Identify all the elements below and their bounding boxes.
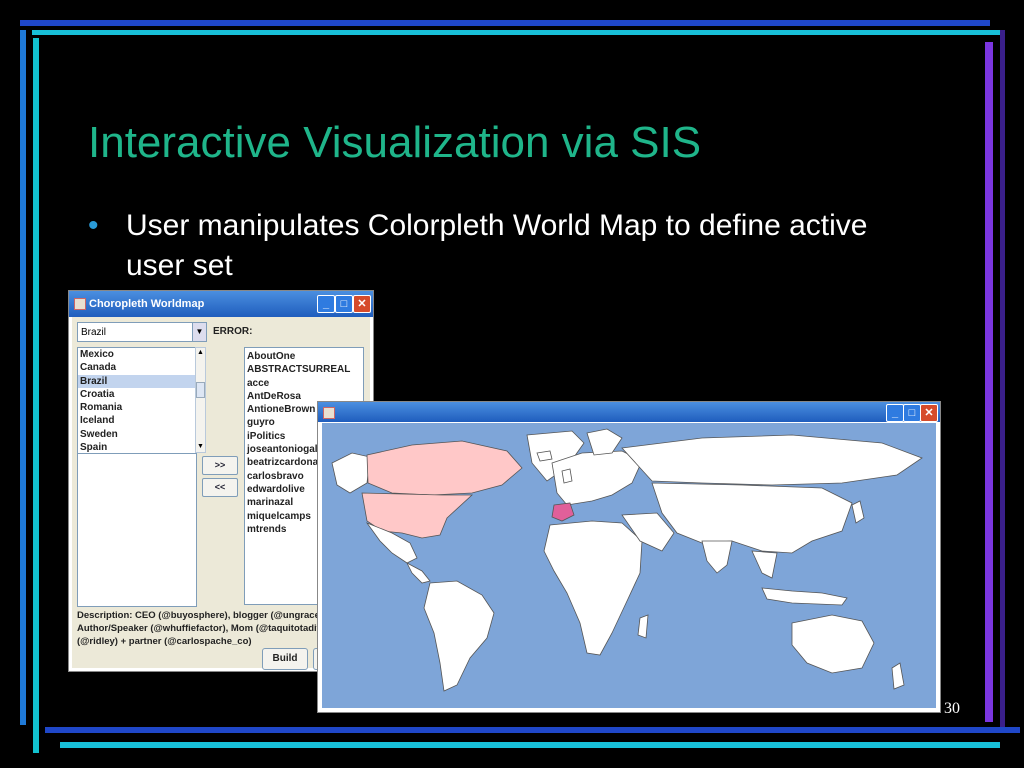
top-bar-blue [20, 20, 990, 26]
list-item[interactable]: acce [245, 377, 363, 390]
list-item[interactable]: Iceland [78, 414, 196, 427]
right-bar-violet [1000, 30, 1005, 730]
country-list-scrollbar[interactable]: ▲ ▼ [195, 347, 206, 453]
minimize-button[interactable]: _ [317, 295, 335, 313]
new-zealand [891, 662, 905, 690]
india [701, 540, 733, 574]
list-item[interactable]: ABSTRACTSURREAL [245, 363, 363, 376]
maximize-button[interactable]: □ [335, 295, 353, 313]
uk [561, 468, 573, 484]
scroll-thumb[interactable] [196, 382, 205, 398]
bullet-text: User manipulates Colorpleth World Map to… [126, 209, 868, 282]
left-bar-blue [20, 30, 26, 725]
indonesia [761, 587, 848, 606]
list-item[interactable]: Mexico [78, 348, 196, 361]
page-number: 30 [944, 700, 960, 717]
central-america [406, 562, 431, 584]
list-item[interactable]: Romania [78, 401, 196, 414]
java-app-icon [323, 407, 335, 419]
window2-titlebar[interactable]: _ □ ✕ [318, 402, 940, 422]
java-app-icon [74, 298, 86, 310]
build-button[interactable]: Build [262, 648, 308, 670]
chevron-down-icon[interactable]: ▼ [192, 322, 207, 342]
madagascar [637, 614, 649, 639]
world-map-window: _ □ ✕ [317, 401, 941, 713]
south-america [423, 580, 495, 692]
russia [621, 434, 923, 486]
bullet-dot: • [88, 209, 99, 242]
right-bar-purple [985, 42, 993, 722]
alaska [331, 452, 371, 494]
list-item-selected[interactable]: Brazil [78, 374, 196, 388]
spain [551, 502, 575, 522]
canada [366, 440, 523, 496]
bottom-bar-cyan [60, 742, 1000, 748]
close-button[interactable]: ✕ [920, 404, 938, 422]
world-map[interactable] [322, 423, 936, 708]
list-item[interactable]: AboutOne [245, 350, 363, 363]
iceland [536, 450, 553, 462]
asia [651, 482, 853, 554]
country-list[interactable]: Mexico Canada Brazil Croatia Romania Ice… [77, 347, 197, 455]
error-label: ERROR: [213, 326, 253, 337]
left-bar-cyan [33, 38, 39, 753]
window1-titlebar[interactable]: Choropleth Worldmap _ □ ✕ [69, 291, 373, 317]
japan [851, 500, 865, 524]
southeast-asia [751, 550, 778, 579]
bottom-bar-blue [45, 727, 1020, 733]
country-combo[interactable]: Brazil [77, 322, 207, 342]
australia [791, 614, 875, 674]
slide-title: Interactive Visualization via SIS [88, 118, 702, 167]
window1-title: Choropleth Worldmap [89, 298, 205, 310]
list-item[interactable]: Sweden [78, 428, 196, 441]
maximize-button[interactable]: □ [903, 404, 921, 422]
minimize-button[interactable]: _ [886, 404, 904, 422]
scroll-up-icon[interactable]: ▲ [196, 348, 205, 358]
add-button[interactable]: >> [202, 456, 238, 475]
list-item[interactable]: Canada [78, 361, 196, 374]
selected-countries-box[interactable] [77, 453, 197, 607]
top-bar-cyan [32, 30, 1002, 35]
scroll-down-icon[interactable]: ▼ [196, 442, 205, 452]
world-map-svg[interactable] [322, 423, 936, 708]
list-item[interactable]: Croatia [78, 388, 196, 401]
remove-button[interactable]: << [202, 478, 238, 497]
africa [543, 520, 643, 656]
close-button[interactable]: ✕ [353, 295, 371, 313]
